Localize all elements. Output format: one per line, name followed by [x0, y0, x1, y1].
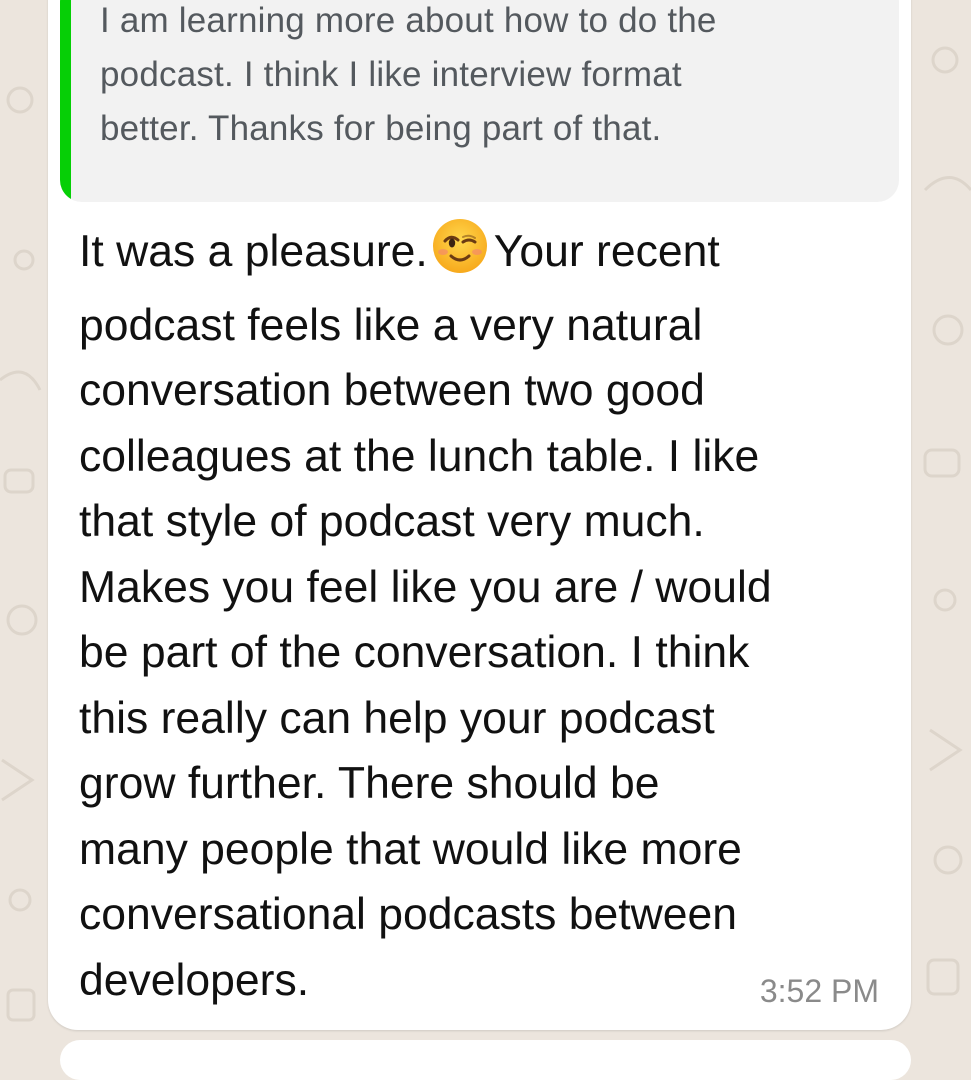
quoted-message[interactable]: I am learning more about how to do the p… [60, 0, 899, 202]
next-message-bubble[interactable] [60, 1040, 911, 1080]
quoted-message-text: I am learning more about how to do the p… [100, 1, 717, 148]
quote-accent-bar [60, 0, 71, 202]
message-text-after-emoji: Your recent podcast feels like a very na… [79, 227, 772, 1005]
message-text-before-emoji: It was a pleasure. [79, 227, 428, 276]
message-text: It was a pleasure. Your recent podcast f… [79, 218, 879, 1013]
winking-face-emoji-icon [432, 218, 488, 293]
message-timestamp: 3:52 PM [759, 973, 879, 1009]
